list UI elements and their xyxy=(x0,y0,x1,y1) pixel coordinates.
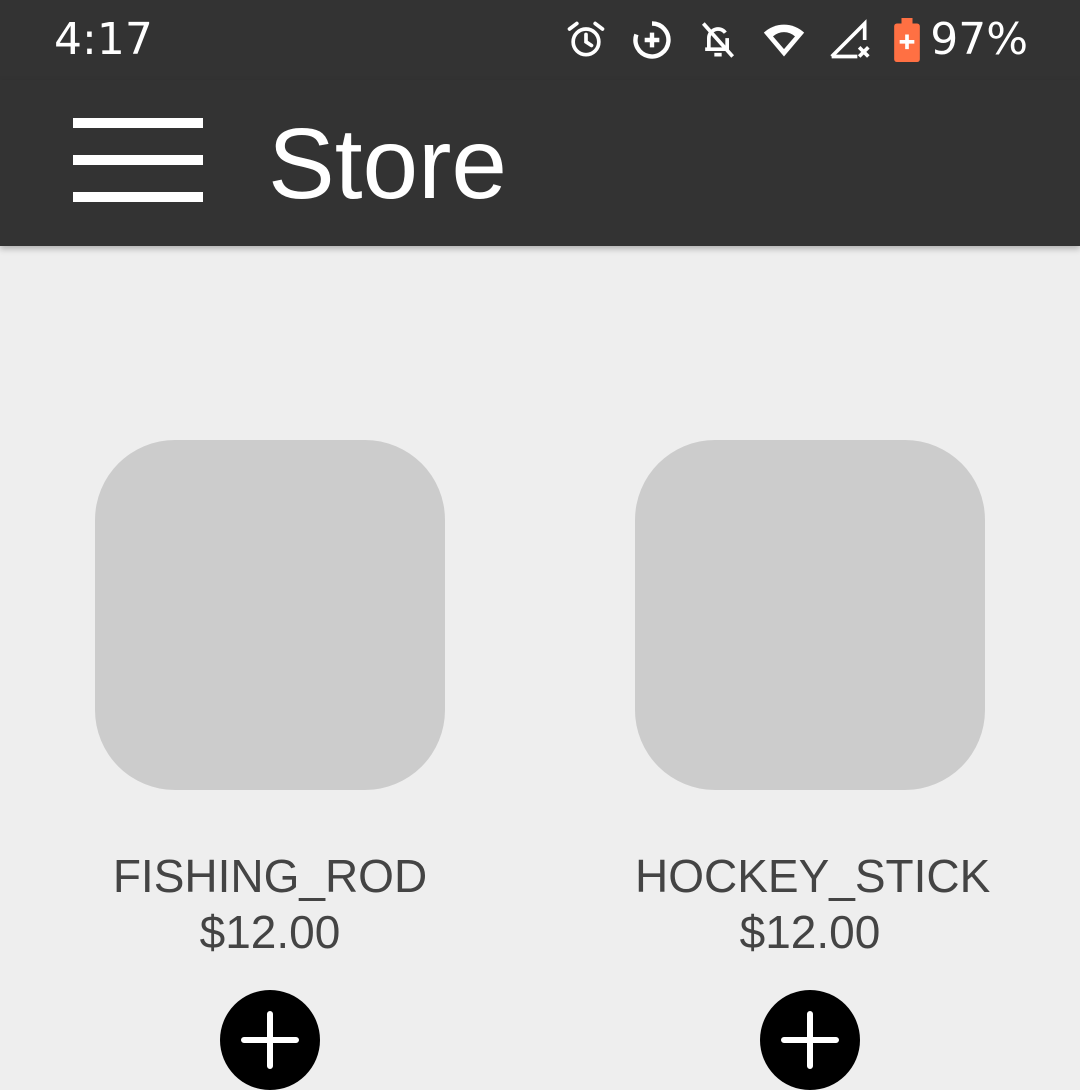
product-price: $12.00 xyxy=(739,906,881,958)
signal-no-data-icon xyxy=(828,18,872,62)
menu-button[interactable] xyxy=(58,100,218,220)
product-card[interactable]: FISHING_ROD $12.00 xyxy=(95,440,445,1090)
menu-icon xyxy=(73,118,203,202)
status-bar: 4:17 97% xyxy=(0,0,1080,80)
add-to-cart-button[interactable] xyxy=(220,990,320,1090)
product-card[interactable]: HOCKEY_STICK $12.00 xyxy=(635,440,991,1090)
product-name: HOCKEY_STICK xyxy=(635,850,991,902)
data-saver-icon xyxy=(630,18,674,62)
status-icons: 97% xyxy=(542,14,1028,66)
product-image-placeholder xyxy=(95,440,445,790)
alarm-icon xyxy=(564,18,608,62)
app-bar: Store xyxy=(0,80,1080,246)
product-price: $12.00 xyxy=(199,906,341,958)
product-name: FISHING_ROD xyxy=(112,850,428,902)
product-image-placeholder xyxy=(635,440,985,790)
add-to-cart-button[interactable] xyxy=(760,990,860,1090)
notifications-off-icon xyxy=(696,18,740,62)
add-icon xyxy=(781,1011,839,1069)
wifi-icon xyxy=(762,18,806,62)
battery-saver-icon xyxy=(892,18,922,62)
page-title: Store xyxy=(268,108,508,220)
battery-percentage: 97% xyxy=(930,14,1028,65)
add-icon xyxy=(241,1011,299,1069)
status-time: 4:17 xyxy=(54,14,153,65)
